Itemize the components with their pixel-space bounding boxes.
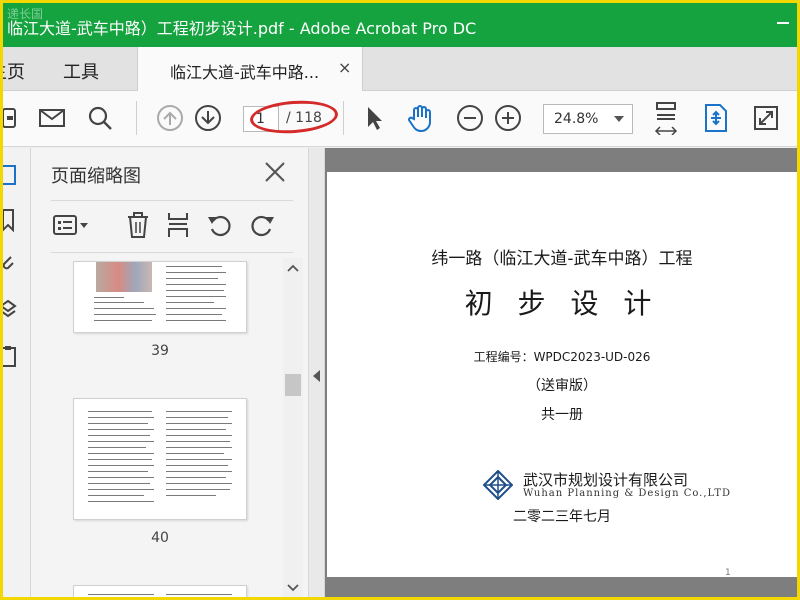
navigation-rail: [0, 148, 31, 597]
zoom-out-icon[interactable]: [455, 103, 485, 133]
doc-subtitle: 初 步 设 计: [464, 287, 660, 320]
menu-tools[interactable]: 工具: [63, 58, 99, 84]
toolbar-separator: [343, 101, 344, 135]
thumbnail-page[interactable]: [73, 585, 247, 597]
options-menu-icon[interactable]: [51, 210, 93, 240]
chevron-down-icon[interactable]: [287, 584, 299, 592]
company-logo-icon: [483, 470, 513, 500]
chevron-down-icon: [614, 116, 624, 122]
save-icon[interactable]: [3, 103, 25, 133]
panel-divider: [51, 200, 293, 201]
bookmark-icon[interactable]: [0, 208, 17, 232]
zoom-level-value: 24.8%: [554, 111, 599, 127]
full-screen-icon[interactable]: [751, 103, 781, 133]
chevron-up-icon[interactable]: [287, 264, 299, 272]
window-title: 临江大道-武车中路）工程初步设计.pdf - Adobe Acrobat Pro…: [7, 19, 477, 38]
app-window: 递长国 临江大道-武车中路）工程初步设计.pdf - Adobe Acrobat…: [0, 0, 800, 600]
doc-volume: 共一册: [541, 407, 583, 423]
panel-title: 页面缩略图: [51, 166, 141, 187]
menu-home[interactable]: 主页: [3, 58, 25, 84]
thumbnail-page-number: 40: [151, 530, 169, 546]
panel-divider: [51, 252, 293, 253]
document-tab[interactable]: 临江大道-武车中路... ×: [137, 47, 363, 91]
toolbar-separator: [136, 101, 137, 135]
scroll-mode-icon[interactable]: [701, 103, 731, 133]
fit-page-icon[interactable]: [651, 102, 681, 135]
doc-title: 纬一路（临江大道-武车中路）工程: [431, 249, 693, 269]
page-thumbnails-panel: 页面缩略图 39 40: [31, 148, 309, 597]
company-name: 武汉市规划设计有限公司: [523, 471, 689, 489]
extract-pages-icon[interactable]: [161, 210, 195, 240]
mail-icon[interactable]: [37, 103, 67, 133]
tab-close-button[interactable]: ×: [338, 58, 351, 77]
pages-icon[interactable]: [0, 164, 17, 186]
tab-label: 临江大道-武车中路...: [170, 63, 320, 82]
attachment-icon[interactable]: [0, 252, 17, 276]
hand-tool-icon[interactable]: [405, 103, 435, 133]
select-cursor-icon[interactable]: [359, 103, 389, 133]
thumbnail-page[interactable]: [73, 261, 247, 333]
doc-project-number: 工程编号：WPDC2023-UD-026: [473, 350, 651, 364]
zoom-in-icon[interactable]: [493, 103, 523, 133]
clipboard-icon[interactable]: [0, 344, 17, 370]
rotate-right-icon[interactable]: [245, 210, 279, 240]
close-icon[interactable]: [263, 160, 287, 184]
zoom-level-dropdown[interactable]: 24.8%: [543, 104, 633, 134]
doc-date: 二零二三年七月: [513, 509, 611, 525]
thumbnail-page[interactable]: [73, 398, 247, 520]
thumbnail-page-number: 39: [151, 343, 169, 359]
next-page-icon[interactable]: [193, 103, 223, 133]
thumbnails-scrollbar[interactable]: [283, 258, 303, 597]
rotate-left-icon[interactable]: [203, 210, 237, 240]
company-name-english: Wuhan Planning & Design Co.,LTD: [523, 488, 732, 499]
pdf-page: 纬一路（临江大道-武车中路）工程 初 步 设 计 工程编号：WPDC2023-U…: [327, 172, 797, 578]
document-view[interactable]: 纬一路（临江大道-武车中路）工程 初 步 设 计 工程编号：WPDC2023-U…: [325, 148, 797, 597]
scrollbar-thumb[interactable]: [285, 374, 301, 396]
layers-icon[interactable]: [0, 298, 17, 324]
trash-icon[interactable]: [121, 210, 155, 240]
menu-bar: 主页 工具 临江大道-武车中路... ×: [3, 47, 797, 91]
annotation-ellipse: [248, 97, 340, 137]
panel-collapse-handle[interactable]: [309, 148, 325, 597]
chevron-left-icon: [313, 370, 320, 382]
search-icon[interactable]: [85, 103, 115, 133]
doc-page-number: 1: [725, 568, 731, 578]
doc-review-label: （送审版）: [527, 378, 597, 394]
minimize-button[interactable]: [777, 22, 789, 24]
toolbar: 1 / 118 24.8%: [3, 91, 797, 147]
title-bar: 递长国 临江大道-武车中路）工程初步设计.pdf - Adobe Acrobat…: [3, 3, 797, 47]
previous-page-icon[interactable]: [155, 103, 185, 133]
thumbnail-image: [96, 262, 152, 292]
